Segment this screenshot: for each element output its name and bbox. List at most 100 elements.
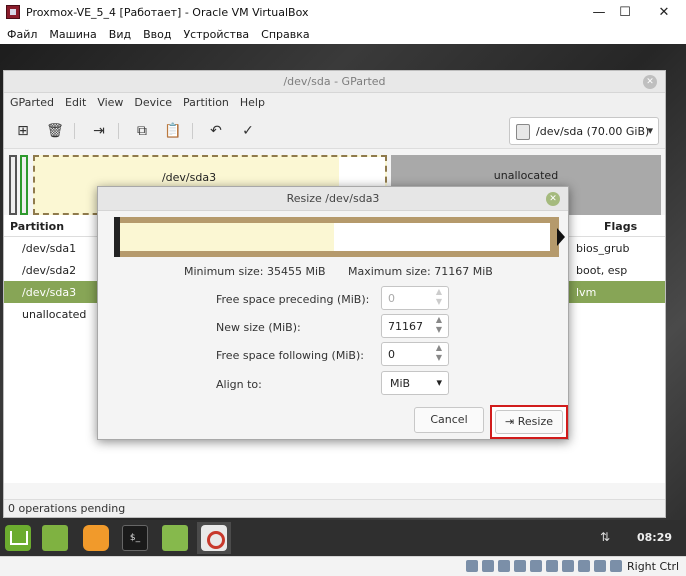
display-indicator-icon[interactable] <box>562 560 574 572</box>
align-select[interactable]: MiB ▾ <box>381 371 449 395</box>
row-flags: bios_grub <box>576 242 630 255</box>
col-flags[interactable]: Flags <box>604 220 637 233</box>
gparted-statusbar: 0 operations pending <box>4 499 665 517</box>
graph-sda3-label: /dev/sda3 <box>161 171 217 184</box>
menu-devices[interactable]: Устройства <box>176 26 254 41</box>
guest-taskbar: $_ ⇅ 08:29 <box>0 520 686 556</box>
dialog-close-icon[interactable]: ✕ <box>546 192 560 206</box>
cancel-button[interactable]: Cancel <box>414 407 484 433</box>
free-preceding-label: Free space preceding (MiB): <box>216 293 370 306</box>
device-select-label: /dev/sda (70.00 GiB) <box>536 125 650 138</box>
vbox-menubar: Файл Машина Вид Ввод Устройства Справка <box>0 26 686 44</box>
free-following-spinner[interactable]: 0 ▲ ▼ <box>381 342 449 366</box>
menu-input[interactable]: Ввод <box>136 26 176 41</box>
align-value: MiB <box>390 377 411 390</box>
firefox-icon[interactable] <box>83 525 109 551</box>
window-title: Proxmox-VE_5_4 [Работает] - Oracle VM Vi… <box>26 6 309 19</box>
graph-partition-sda2[interactable] <box>20 155 28 215</box>
row-flags: boot, esp <box>576 264 628 277</box>
gp-menu-partition[interactable]: Partition <box>177 93 234 109</box>
maximize-button[interactable]: ☐ <box>611 3 639 23</box>
delete-icon[interactable]: 🗑 <box>44 121 66 141</box>
copy-icon[interactable]: ⧉ <box>131 121 153 141</box>
vbox-statusbar: Right Ctrl <box>0 556 686 576</box>
menu-help[interactable]: Справка <box>254 26 314 41</box>
menu-machine[interactable]: Машина <box>42 26 101 41</box>
hdd-indicator-icon[interactable] <box>466 560 478 572</box>
network-indicator-icon[interactable] <box>514 560 526 572</box>
shared-folders-indicator-icon[interactable] <box>546 560 558 572</box>
row-partition-name: /dev/sda1 <box>22 242 77 255</box>
dialog-titlebar: Resize /dev/sda3 ✕ <box>98 187 568 211</box>
new-partition-icon[interactable]: ⊞ <box>12 121 34 141</box>
right-resize-handle[interactable] <box>557 228 565 246</box>
free-preceding-value: 0 <box>388 292 395 305</box>
toolbar-separator <box>74 123 75 139</box>
left-resize-handle[interactable] <box>114 217 120 257</box>
resize-slider[interactable] <box>114 217 565 257</box>
gp-menu-edit[interactable]: Edit <box>59 93 91 109</box>
clock[interactable]: 08:29 <box>637 531 672 544</box>
chevron-down-icon: ▾ <box>647 124 653 137</box>
row-partition-name: /dev/sda2 <box>22 264 77 277</box>
toolbar-separator <box>118 123 119 139</box>
resize-button-highlight: ⇥ Resize <box>490 405 568 439</box>
optical-indicator-icon[interactable] <box>482 560 494 572</box>
col-partition[interactable]: Partition <box>10 220 64 233</box>
free-following-label: Free space following (MiB): <box>216 349 364 362</box>
gp-menu-gparted[interactable]: GParted <box>4 93 59 109</box>
disk-icon <box>516 124 530 140</box>
graph-partition-sda1[interactable] <box>9 155 17 215</box>
apply-icon[interactable]: ✓ <box>237 121 259 141</box>
row-flags: lvm <box>576 286 597 299</box>
spinner-arrows-icon[interactable]: ▲ ▼ <box>433 343 445 365</box>
resize-dialog: Resize /dev/sda3 ✕ Minimum size: 35455 M… <box>97 186 569 440</box>
used-space-fill <box>120 223 335 251</box>
gparted-toolbar: ⊞ 🗑 ⇥ ⧉ 📋 ↶ ✓ /dev/sda (70.00 GiB) ▾ <box>4 113 665 149</box>
spinner-arrows-icon: ▲ ▼ <box>435 287 443 306</box>
network-icon[interactable]: ⇅ <box>600 530 614 544</box>
close-button[interactable]: ✕ <box>650 3 678 23</box>
gparted-menubar: GParted Edit View Device Partition Help <box>4 93 665 113</box>
virtualbox-icon <box>6 5 20 19</box>
paste-icon[interactable]: 📋 <box>162 121 184 141</box>
gp-menu-help[interactable]: Help <box>234 93 270 109</box>
files-folder-icon[interactable] <box>162 525 188 551</box>
device-select[interactable]: /dev/sda (70.00 GiB) ▾ <box>509 117 659 145</box>
new-size-label: New size (MiB): <box>216 321 301 334</box>
minimum-size-label: Minimum size: 35455 MiB <box>184 265 326 278</box>
resize-button-label: Resize <box>517 415 553 428</box>
menu-file[interactable]: Файл <box>0 26 42 41</box>
gparted-taskbar-icon[interactable] <box>201 525 227 551</box>
new-size-value: 71167 <box>388 320 423 333</box>
show-desktop-icon[interactable] <box>42 525 68 551</box>
chevron-down-icon: ▾ <box>436 376 442 389</box>
partition-extent <box>120 223 550 251</box>
gp-menu-device[interactable]: Device <box>128 93 177 109</box>
gparted-close-icon[interactable]: ✕ <box>643 75 657 89</box>
cpu-indicator-icon[interactable] <box>594 560 606 572</box>
menu-view[interactable]: Вид <box>102 26 136 41</box>
mouse-integration-icon[interactable] <box>610 560 622 572</box>
free-following-value: 0 <box>388 348 395 361</box>
audio-indicator-icon[interactable] <box>498 560 510 572</box>
host-key-label: Right Ctrl <box>627 560 680 573</box>
spinner-arrows-icon[interactable]: ▲ ▼ <box>433 315 445 337</box>
row-partition-name: /dev/sda3 <box>22 286 77 299</box>
new-size-spinner[interactable]: 71167 ▲ ▼ <box>381 314 449 338</box>
terminal-icon[interactable]: $_ <box>122 525 148 551</box>
resize-button[interactable]: ⇥ Resize <box>495 410 563 434</box>
maximum-size-label: Maximum size: 71167 MiB <box>348 265 493 278</box>
vbox-titlebar: Proxmox-VE_5_4 [Работает] - Oracle VM Vi… <box>0 0 686 26</box>
recording-indicator-icon[interactable] <box>578 560 590 572</box>
usb-indicator-icon[interactable] <box>530 560 542 572</box>
mint-menu-icon[interactable] <box>5 525 31 551</box>
undo-icon[interactable]: ↶ <box>205 121 227 141</box>
toolbar-separator <box>192 123 193 139</box>
resize-move-icon[interactable]: ⇥ <box>88 121 110 141</box>
align-label: Align to: <box>216 378 262 391</box>
gparted-titlebar: /dev/sda - GParted ✕ <box>4 71 665 93</box>
gp-menu-view[interactable]: View <box>91 93 128 109</box>
minimize-button[interactable]: — <box>585 3 613 23</box>
graph-unallocated-label: unallocated <box>493 169 559 182</box>
